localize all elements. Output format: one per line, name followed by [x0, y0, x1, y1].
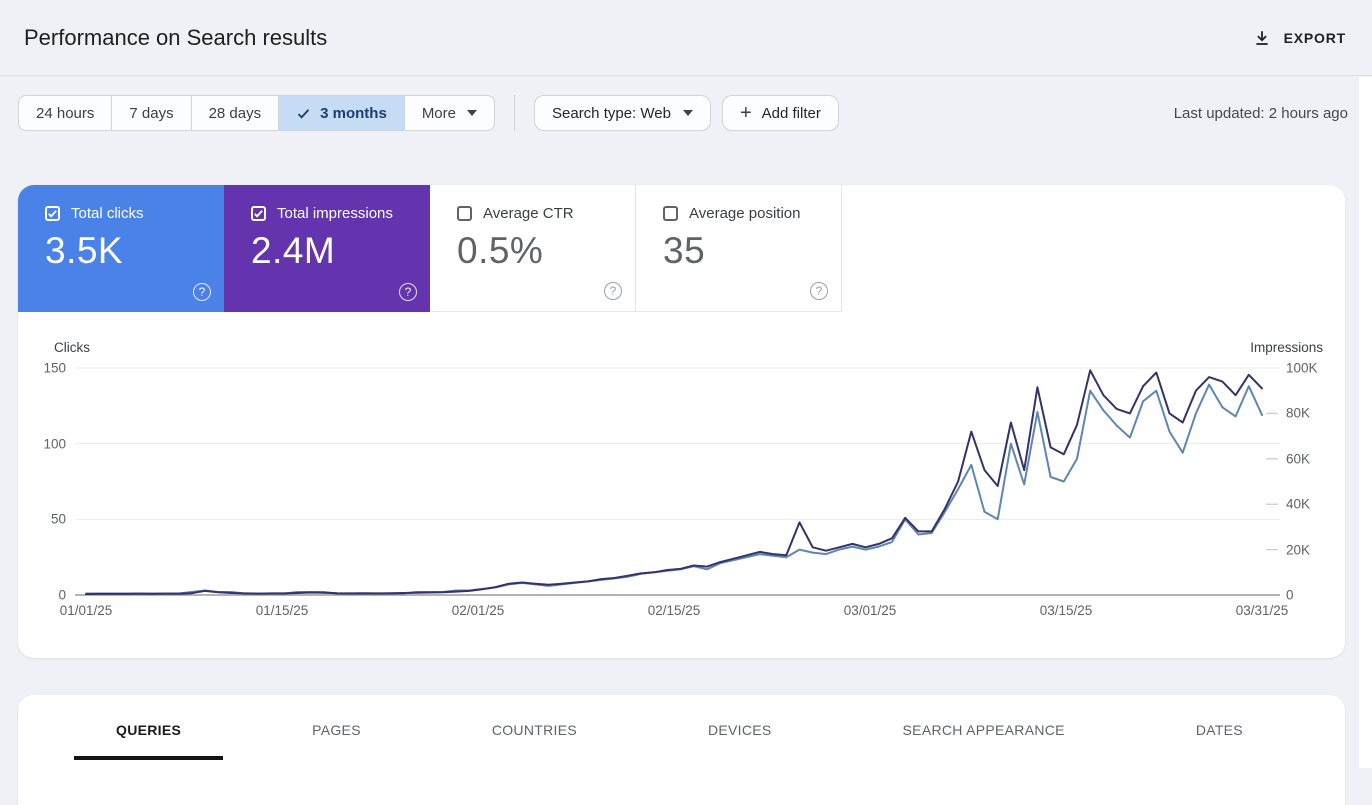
date-tick-label: 01/01/25	[59, 603, 113, 618]
top-bar: Performance on Search results EXPORT	[0, 0, 1372, 76]
checkbox-checked-icon[interactable]	[45, 206, 60, 221]
total-clicks-card[interactable]: Total clicks 3.5K ?	[18, 185, 224, 312]
impressions-line	[85, 369, 1263, 596]
tab-queries[interactable]: QUERIES	[74, 695, 224, 765]
search-type-dropdown[interactable]: Search type: Web	[534, 95, 711, 131]
card-label: Total clicks	[71, 205, 144, 222]
card-value: 35	[663, 230, 706, 271]
question-mark-circle-icon[interactable]: ?	[399, 283, 417, 301]
clicks-line	[85, 383, 1263, 595]
date-tick-label: 03/01/25	[843, 603, 897, 618]
checkbox-checked-icon[interactable]	[251, 206, 266, 221]
question-mark-circle-icon[interactable]: ?	[604, 282, 622, 300]
date-range-chip-group: 24 hours 7 days 28 days 3 months More	[18, 95, 495, 131]
checkbox-unchecked-icon[interactable]	[663, 206, 678, 221]
export-label: EXPORT	[1283, 29, 1346, 46]
impressions-tick-label: 20K	[1286, 542, 1311, 558]
range-chip-label: 7 days	[129, 104, 174, 122]
range-chip-more[interactable]: More	[405, 96, 494, 130]
impressions-tick-label: 60K	[1286, 451, 1311, 467]
card-value: 2.4M	[251, 230, 336, 271]
question-mark-circle-icon[interactable]: ?	[810, 282, 828, 300]
date-tick-label: 03/15/25	[1039, 603, 1093, 618]
tab-label: SEARCH APPEARANCE	[902, 722, 1065, 738]
tab-label: QUERIES	[116, 722, 182, 738]
range-chip-7-days[interactable]: 7 days	[112, 96, 192, 130]
page-title: Performance on Search results	[24, 24, 328, 50]
dimensions-panel: QUERIES PAGES COUNTRIES DEVICES SEARCH APPEA…	[18, 695, 1345, 805]
page-scrollbar[interactable]	[1359, 77, 1372, 768]
tab-label: PAGES	[312, 722, 361, 738]
tab-pages[interactable]: PAGES	[270, 695, 403, 765]
caret-down-icon	[682, 110, 693, 116]
date-tick-label: 03/31/25	[1235, 603, 1289, 618]
clicks-tick-label: 50	[50, 511, 66, 527]
range-chip-28-days[interactable]: 28 days	[192, 96, 280, 130]
card-head: Total clicks	[45, 205, 206, 222]
impressions-tick-label: 80K	[1286, 405, 1311, 421]
card-label: Total impressions	[277, 205, 393, 222]
add-filter-label: Add filter	[761, 104, 821, 122]
performance-chart[interactable]: Clicks Impressions 0 50 100 150 0 20K 40K 60K 80…	[18, 340, 1345, 640]
card-value: 3.5K	[45, 230, 124, 271]
clicks-tick-label: 0	[58, 587, 66, 603]
question-mark-circle-icon[interactable]: ?	[193, 283, 211, 301]
clicks-tick-label: 100	[43, 436, 66, 452]
export-button[interactable]: EXPORT	[1251, 23, 1348, 53]
date-tick-label: 02/15/25	[647, 603, 701, 618]
caret-down-icon	[467, 110, 477, 116]
range-chip-label: More	[421, 104, 456, 122]
card-head: Average position	[663, 205, 823, 222]
tab-countries[interactable]: COUNTRIES	[450, 695, 619, 765]
tab-devices[interactable]: DEVICES	[666, 695, 814, 765]
clicks-tick-label: 150	[43, 360, 66, 376]
range-chip-label: 28 days	[208, 104, 262, 122]
range-chip-24-hours[interactable]: 24 hours	[19, 96, 113, 130]
card-label: Average CTR	[483, 205, 574, 222]
average-ctr-card[interactable]: Average CTR 0.5% ?	[430, 185, 636, 312]
range-chip-label: 3 months	[320, 104, 387, 122]
last-updated-text: Last updated: 2 hours ago	[1173, 104, 1348, 122]
search-type-label: Search type: Web	[552, 104, 671, 122]
filter-bar: 24 hours 7 days 28 days 3 months More Search…	[18, 95, 1348, 131]
range-chip-label: 24 hours	[36, 104, 95, 122]
average-position-card[interactable]: Average position 35 ?	[636, 185, 842, 312]
download-icon	[1253, 29, 1271, 47]
tab-label: COUNTRIES	[491, 722, 577, 738]
card-head: Total impressions	[251, 205, 412, 222]
tab-dates[interactable]: DATES	[1154, 695, 1285, 765]
date-tick-label: 01/15/25	[255, 603, 309, 618]
impressions-tick-label: 0	[1286, 587, 1294, 603]
card-value: 0.5%	[457, 230, 544, 271]
check-icon	[296, 106, 311, 121]
filterbar-divider	[514, 95, 515, 131]
card-head: Average CTR	[457, 205, 617, 222]
performance-panel: Total clicks 3.5K ? Total impressions 2.…	[18, 185, 1345, 658]
range-chip-3-months[interactable]: 3 months	[279, 96, 405, 130]
impressions-tick-label: 100K	[1286, 360, 1318, 376]
tab-label: DATES	[1195, 722, 1243, 738]
tab-label: DEVICES	[707, 722, 772, 738]
checkbox-unchecked-icon[interactable]	[457, 206, 472, 221]
card-label: Average position	[689, 205, 801, 222]
tab-search-appearance[interactable]: SEARCH APPEARANCE	[861, 695, 1107, 765]
impressions-tick-label: 40K	[1286, 496, 1311, 512]
date-tick-label: 02/01/25	[451, 603, 505, 618]
dimension-tabs: QUERIES PAGES COUNTRIES DEVICES SEARCH APPEA…	[74, 695, 1285, 765]
add-filter-button[interactable]: + Add filter	[721, 95, 839, 131]
chart-canvas	[75, 367, 1280, 596]
total-impressions-card[interactable]: Total impressions 2.4M ?	[224, 185, 430, 312]
plus-icon: +	[739, 102, 752, 124]
metric-cards-row: Total clicks 3.5K ? Total impressions 2.…	[18, 185, 1345, 312]
